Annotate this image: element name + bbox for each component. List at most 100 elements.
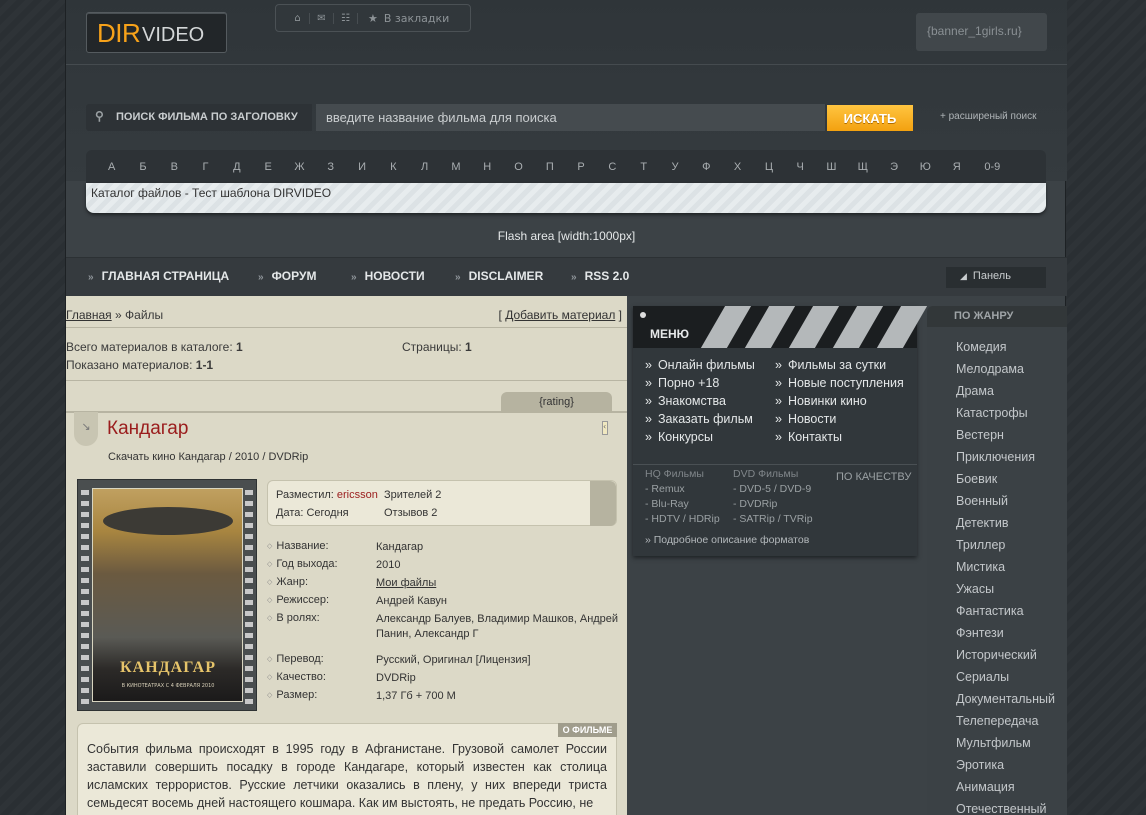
genre-link[interactable]: Сериалы — [956, 670, 1009, 684]
genre-link[interactable]: Анимация — [956, 780, 1015, 794]
genre-link[interactable]: Драма — [956, 384, 994, 398]
formats-link[interactable]: » Подробное описание форматов — [645, 534, 809, 546]
genre-link[interactable]: Вестерн — [956, 428, 1004, 442]
author-link[interactable]: ericsson — [337, 489, 378, 501]
quality-link[interactable]: - HDTV / HDRip — [645, 513, 720, 525]
genre-link[interactable]: Фантастика — [956, 604, 1024, 618]
quality-link[interactable]: - DVDRip — [733, 498, 777, 510]
menu-link[interactable]: Онлайн фильмы — [645, 358, 755, 372]
menu-link[interactable]: Знакомства — [645, 394, 726, 408]
letter-link[interactable]: М — [440, 161, 471, 173]
quality-link[interactable]: - DVD-5 / DVD-9 — [733, 483, 811, 495]
menu-link[interactable]: Новые поступления — [775, 376, 904, 390]
advanced-search-link[interactable]: + расширеный поиск — [940, 111, 1036, 122]
genre-link[interactable]: Приключения — [956, 450, 1035, 464]
letter-link[interactable]: Л — [409, 161, 440, 173]
genre-link[interactable]: Катастрофы — [956, 406, 1028, 420]
nav-news[interactable]: » НОВОСТИ — [351, 269, 425, 283]
letter-link[interactable]: Ж — [284, 161, 315, 173]
pages-value[interactable]: 1 — [465, 340, 472, 354]
letter-link[interactable]: О — [503, 161, 534, 173]
menu-link[interactable]: Фильмы за сутки — [775, 358, 886, 372]
letter-link[interactable]: Х — [722, 161, 753, 173]
letter-link[interactable]: 0-9 — [972, 161, 1012, 173]
letter-link[interactable]: В — [159, 161, 190, 173]
movie-poster[interactable]: КАНДАГАР В КИНОТЕАТРАХ С 4 ФЕВРАЛЯ 2010 — [77, 479, 257, 711]
quality-link[interactable]: - Blu-Ray — [645, 498, 689, 510]
letter-link[interactable]: Р — [565, 161, 596, 173]
letter-link[interactable]: Ц — [753, 161, 784, 173]
letter-link[interactable]: Н — [472, 161, 503, 173]
menu-link[interactable]: Контакты — [775, 430, 842, 444]
letter-link[interactable]: П — [534, 161, 565, 173]
nav-home[interactable]: » ГЛАВНАЯ СТРАНИЦА — [88, 269, 229, 283]
letter-link[interactable]: Ш — [816, 161, 847, 173]
flag-icon[interactable]: ‹ — [602, 421, 608, 435]
quality-link[interactable]: - Remux — [645, 483, 685, 495]
clapper-stripe — [700, 306, 752, 348]
letter-link[interactable]: Щ — [847, 161, 878, 173]
mail-icon[interactable]: ✉ — [310, 12, 334, 24]
add-material-link[interactable]: Добавить материал — [505, 308, 615, 322]
genre-link[interactable]: Боевик — [956, 472, 997, 486]
genre-link[interactable]: Военный — [956, 494, 1008, 508]
letter-link[interactable]: У — [659, 161, 690, 173]
genre-link[interactable]: Мистика — [956, 560, 1005, 574]
genre-link[interactable]: Ужасы — [956, 582, 994, 596]
menu-link[interactable]: Конкурсы — [645, 430, 713, 444]
genre-link[interactable]: Документальный — [956, 692, 1055, 706]
letter-link[interactable]: З — [315, 161, 346, 173]
home-icon[interactable]: ⌂ — [286, 12, 310, 24]
genre-link[interactable]: Эротика — [956, 758, 1004, 772]
genre-link[interactable]: Мелодрама — [956, 362, 1024, 376]
letter-link[interactable]: И — [346, 161, 377, 173]
sitemap-icon[interactable]: ☷ — [334, 12, 358, 24]
genre-link[interactable]: Мультфильм — [956, 736, 1031, 750]
genre-link[interactable]: Отечественный — [956, 802, 1047, 815]
breadcrumb-home-link[interactable]: Главная — [66, 308, 112, 322]
arrow-icon: » — [351, 272, 357, 283]
logo-video: VIDEO — [142, 24, 205, 46]
search-button[interactable]: ИСКАТЬ — [827, 105, 913, 131]
letter-link[interactable]: Г — [190, 161, 221, 173]
quality-title: ПО КАЧЕСТВУ — [836, 471, 912, 483]
genre-link[interactable]: Комедия — [956, 340, 1007, 354]
menu-link[interactable]: Заказать фильм — [645, 412, 753, 426]
genre-link[interactable]: Фэнтези — [956, 626, 1004, 640]
entry-tabs: {rating} — [66, 392, 627, 413]
letter-link[interactable]: К — [378, 161, 409, 173]
quality-link[interactable]: - SATRip / TVRip — [733, 513, 813, 525]
letter-link[interactable]: Ч — [785, 161, 816, 173]
nav-rss-label: RSS 2.0 — [584, 269, 630, 283]
letter-link[interactable]: Я — [941, 161, 972, 173]
genre-link[interactable]: Исторический — [956, 648, 1037, 662]
search-input[interactable] — [316, 104, 825, 131]
nav-rss[interactable]: » RSS 2.0 — [571, 269, 629, 283]
site-logo[interactable]: DIR VIDEO — [86, 12, 227, 53]
genre-link[interactable]: Триллер — [956, 538, 1005, 552]
arrow-icon: » — [258, 272, 264, 283]
panel-button[interactable]: ◢ Панель — [946, 267, 1046, 288]
genre-link[interactable]: Мои файлы — [376, 576, 621, 591]
letter-link[interactable]: Э — [878, 161, 909, 173]
movie-subtitle: Скачать кино Кандагар / 2010 / DVDRip — [108, 451, 309, 463]
menu-link[interactable]: Новинки кино — [775, 394, 867, 408]
bookmark-link[interactable]: ★ В закладки — [358, 12, 449, 25]
nav-forum[interactable]: » ФОРУМ — [258, 269, 316, 283]
genre-link[interactable]: Телепередача — [956, 714, 1039, 728]
letter-link[interactable]: Ю — [910, 161, 941, 173]
menu-link[interactable]: Новости — [775, 412, 836, 426]
letter-link[interactable]: Б — [127, 161, 158, 173]
banner-placeholder[interactable]: {banner_1girls.ru} — [916, 13, 1047, 51]
letter-link[interactable]: Т — [628, 161, 659, 173]
letter-link[interactable]: С — [597, 161, 628, 173]
letter-link[interactable]: А — [96, 161, 127, 173]
menu-link[interactable]: Порно +18 — [645, 376, 719, 390]
nav-disclaimer[interactable]: » DISCLAIMER — [455, 269, 543, 283]
film-strip-holes — [245, 484, 253, 708]
letter-link[interactable]: Е — [252, 161, 283, 173]
genre-link[interactable]: Детектив — [956, 516, 1009, 530]
letter-link[interactable]: Д — [221, 161, 252, 173]
letter-link[interactable]: Ф — [691, 161, 722, 173]
movie-title[interactable]: Кандагар — [107, 418, 188, 440]
